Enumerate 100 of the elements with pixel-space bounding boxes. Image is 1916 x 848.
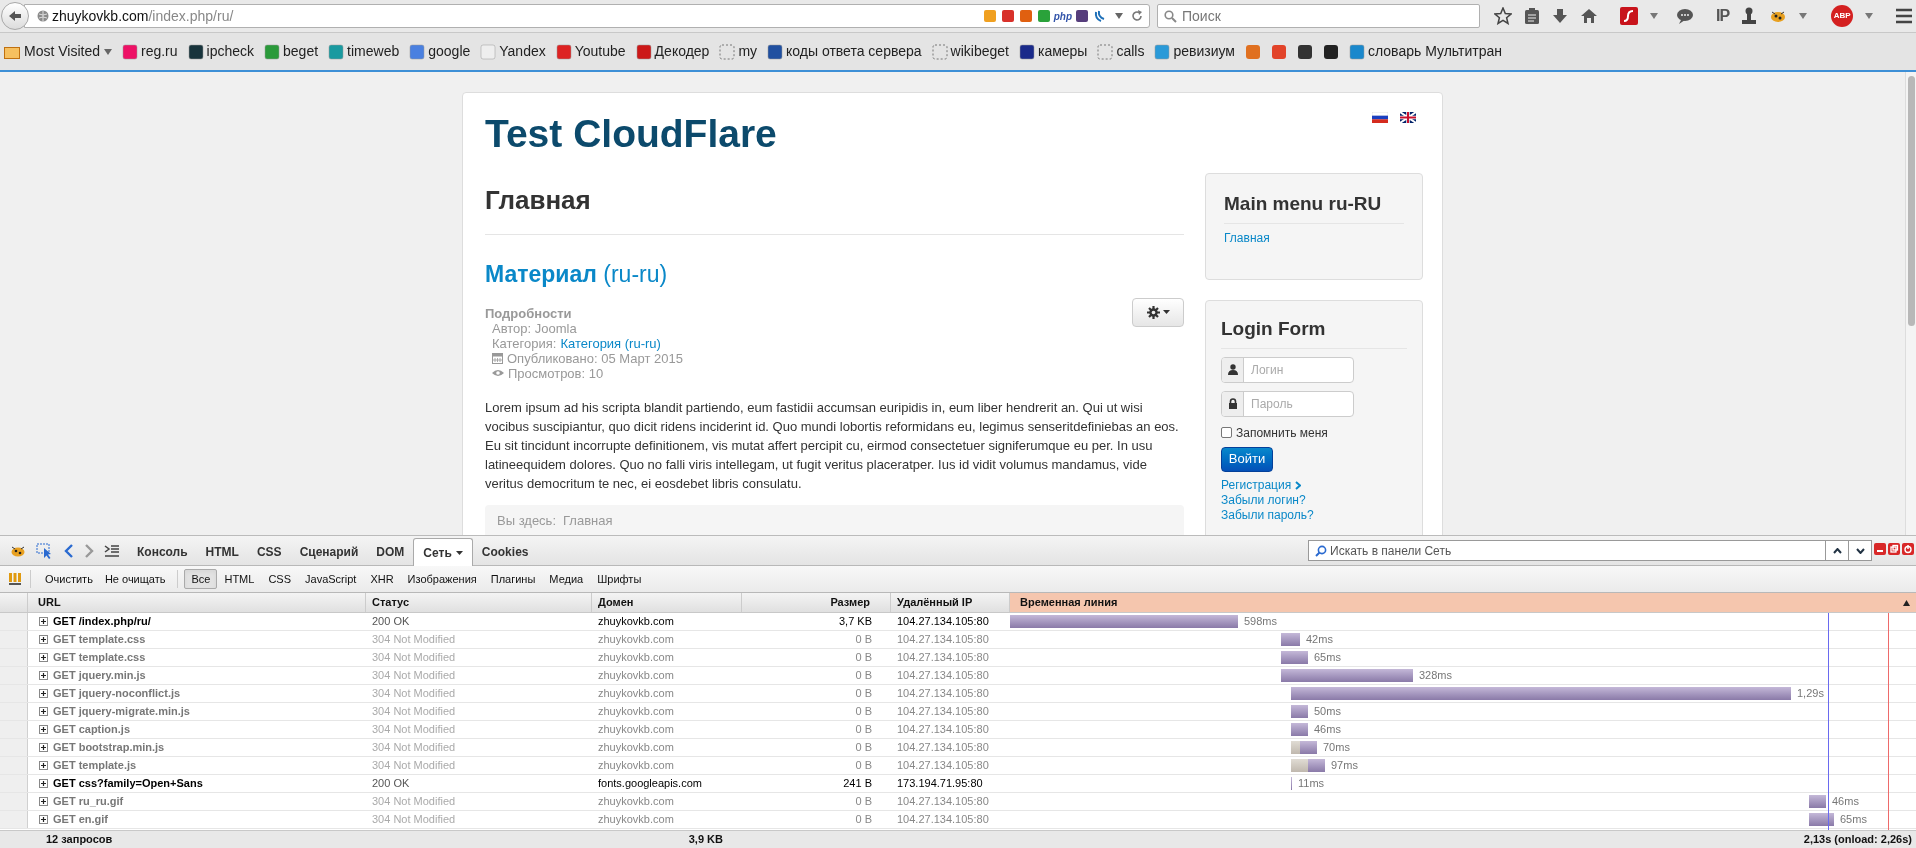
bookmark-link[interactable]: ревизиум xyxy=(1154,41,1235,62)
address-bar[interactable]: zhuykovkb.com/index.php/ru/ php xyxy=(24,4,1150,28)
expand-button[interactable] xyxy=(39,761,48,770)
russian-flag-icon[interactable] xyxy=(1372,112,1388,123)
request-row[interactable]: GET jquery-noconflict.js 304 Not Modified zhuykovkb.com 0 B 104.27.134.105:80 1,29s xyxy=(0,685,1916,703)
article-title[interactable]: Материал (ru-ru) xyxy=(485,257,1184,292)
request-url[interactable]: GET /index.php/ru/ xyxy=(53,613,151,630)
bookmark-link[interactable]: Youtube xyxy=(555,41,626,62)
devtools-tab[interactable]: CSS xyxy=(247,538,291,565)
bookmark-link[interactable]: словарь Мультитран xyxy=(1349,41,1502,62)
expand-button[interactable] xyxy=(39,617,48,626)
request-url[interactable]: GET bootstrap.min.js xyxy=(53,739,165,756)
request-row[interactable]: GET bootstrap.min.js 304 Not Modified zhuykovkb.com 0 B 104.27.134.105:80 70ms xyxy=(0,739,1916,757)
request-row[interactable]: GET template.js 304 Not Modified zhuykovkb.com 0 B 104.27.134.105:80 97ms xyxy=(0,757,1916,775)
minimize-icon[interactable] xyxy=(1874,543,1886,555)
request-url[interactable]: GET ru_ru.gif xyxy=(53,793,124,810)
text-input[interactable]: Пароль xyxy=(1244,391,1353,416)
dropdown-caret-icon[interactable] xyxy=(1115,13,1123,19)
bookmark-link[interactable]: calls xyxy=(1097,41,1145,62)
expand-button[interactable] xyxy=(39,671,48,680)
command-line-icon[interactable] xyxy=(104,544,120,557)
clipboard-icon[interactable] xyxy=(1524,7,1540,25)
scrollbar-thumb[interactable] xyxy=(1907,76,1915,326)
request-row[interactable]: GET jquery-migrate.min.js 304 Not Modified zhuykovkb.com 0 B 104.27.134.105:80 50ms xyxy=(0,703,1916,721)
filter-button[interactable]: Плагины xyxy=(483,569,543,589)
column-header[interactable]: Временная линия xyxy=(1010,593,1916,612)
site-title[interactable]: Test CloudFlare xyxy=(485,107,777,161)
menu-icon[interactable] xyxy=(1895,8,1914,24)
settings-button[interactable] xyxy=(1132,297,1184,327)
filter-button[interactable]: Шрифты xyxy=(590,569,649,589)
devtools-tab[interactable]: Консоль xyxy=(128,538,197,565)
expand-button[interactable] xyxy=(39,779,48,788)
toolbar-button[interactable]: Очистить xyxy=(39,569,99,589)
expand-button[interactable] xyxy=(39,689,48,698)
expand-button[interactable] xyxy=(39,743,48,752)
expand-button[interactable] xyxy=(39,797,48,806)
bookmark-link[interactable]: камеры xyxy=(1018,41,1088,62)
ip-button[interactable]: IP xyxy=(1716,8,1730,24)
request-url[interactable]: GET css?family=Open+Sans xyxy=(53,775,203,792)
expand-button[interactable] xyxy=(39,635,48,644)
login-link[interactable]: Забыли логин? xyxy=(1221,492,1407,508)
devtools-tab[interactable]: HTML xyxy=(196,538,248,565)
extension-icon[interactable] xyxy=(1093,9,1107,23)
extension-icon[interactable] xyxy=(1000,9,1015,23)
request-row[interactable]: GET template.css 304 Not Modified zhuykovkb.com 0 B 104.27.134.105:80 42ms xyxy=(0,631,1916,649)
filter-button[interactable]: HTML xyxy=(217,569,262,589)
request-url[interactable]: GET jquery-noconflict.js xyxy=(53,685,181,702)
category-link[interactable]: Категория (ru-ru) xyxy=(560,335,661,351)
download-icon[interactable] xyxy=(1552,8,1568,24)
column-header[interactable]: Домен xyxy=(592,593,742,612)
login-link[interactable]: Регистрация xyxy=(1221,477,1407,493)
reload-icon[interactable] xyxy=(1131,10,1143,22)
bookmark-link[interactable]: timeweb xyxy=(328,41,400,62)
dropdown-caret-icon[interactable] xyxy=(1799,13,1808,19)
bookmark-link[interactable]: beget xyxy=(264,41,319,62)
uk-flag-icon[interactable] xyxy=(1400,112,1416,123)
expand-button[interactable] xyxy=(39,707,48,716)
filter-button[interactable]: Изображения xyxy=(400,569,484,589)
login-button[interactable]: Войти xyxy=(1221,446,1273,472)
filter-button[interactable]: JavaScript xyxy=(298,569,364,589)
bookmark-icon[interactable] xyxy=(1297,43,1313,60)
dropdown-caret-icon[interactable] xyxy=(1650,13,1658,19)
input-field[interactable]: Пароль xyxy=(1221,390,1354,417)
request-url[interactable]: GET caption.js xyxy=(53,721,130,738)
detach-icon[interactable] xyxy=(1888,543,1900,555)
request-row[interactable]: GET caption.js 304 Not Modified zhuykovkb.com 0 B 104.27.134.105:80 46ms xyxy=(0,721,1916,739)
expand-button[interactable] xyxy=(39,815,48,824)
request-url[interactable]: GET jquery-migrate.min.js xyxy=(53,703,190,720)
php-badge[interactable]: php xyxy=(1053,8,1072,24)
bookmark-link[interactable]: reg.ru xyxy=(122,41,178,62)
request-url[interactable]: GET template.js xyxy=(53,757,137,774)
bookmark-link[interactable]: my xyxy=(719,41,758,62)
star-icon[interactable] xyxy=(1494,7,1512,25)
request-url[interactable]: GET en.gif xyxy=(53,811,108,828)
bookmark-link[interactable]: wikibeget xyxy=(931,41,1009,62)
extension-icon[interactable] xyxy=(1075,9,1089,23)
devtools-tab[interactable]: Cookies xyxy=(472,538,538,565)
search-input[interactable]: Поиск xyxy=(1182,5,1473,27)
remember-checkbox[interactable] xyxy=(1221,427,1232,438)
filter-button[interactable]: CSS xyxy=(261,569,298,589)
search-input[interactable]: Искать в панели Сеть xyxy=(1330,541,1825,560)
adblock-button[interactable]: ABP xyxy=(1831,5,1854,27)
toolbar-button[interactable]: Не очищать xyxy=(98,569,172,589)
filter-button[interactable]: Все xyxy=(184,569,218,589)
home-icon[interactable] xyxy=(1580,8,1598,24)
search-field[interactable]: Искать в панели Сеть xyxy=(1308,540,1872,561)
column-header[interactable]: Статус xyxy=(366,593,592,612)
column-header[interactable]: URL xyxy=(28,593,366,612)
devtools-tab[interactable]: Сеть xyxy=(413,538,473,566)
bookmark-link[interactable]: коды ответа сервера xyxy=(767,41,922,62)
xhr-bars-icon[interactable] xyxy=(8,572,22,586)
expand-button[interactable] xyxy=(39,725,48,734)
stamp-icon[interactable] xyxy=(1741,7,1758,25)
search-field[interactable]: Поиск xyxy=(1157,4,1480,28)
request-row[interactable]: GET template.css 304 Not Modified zhuykovkb.com 0 B 104.27.134.105:80 65ms xyxy=(0,649,1916,667)
request-url[interactable]: GET jquery.min.js xyxy=(53,667,146,684)
bookmark-link[interactable]: Yandex xyxy=(480,41,546,62)
flash-icon[interactable] xyxy=(1620,7,1638,25)
devtools-tab[interactable]: Сценарий xyxy=(290,538,368,565)
request-row[interactable]: GET /index.php/ru/ 200 OK zhuykovkb.com 3,7 KB 104.27.134.105:80 598ms xyxy=(0,613,1916,631)
